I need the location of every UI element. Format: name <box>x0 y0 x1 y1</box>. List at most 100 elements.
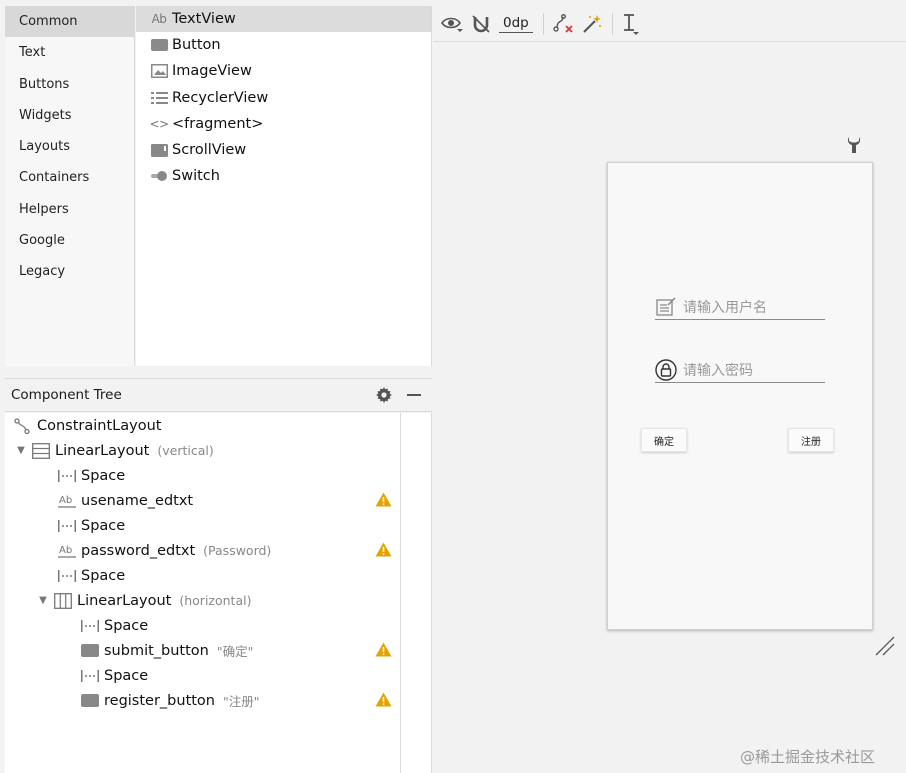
tree-node-label: Space <box>104 617 149 634</box>
palette-item-label: RecyclerView <box>172 89 269 106</box>
space-icon <box>57 468 77 484</box>
device-preview[interactable]: 请输入用户名 请输入密码 确定 注册 <box>607 162 873 630</box>
palette-item-switch[interactable]: Switch <box>136 163 431 189</box>
warning-icon[interactable] <box>375 542 392 561</box>
tree-node-space[interactable]: Space <box>5 663 400 688</box>
button-icon <box>150 38 168 52</box>
category-helpers[interactable]: Helpers <box>5 194 134 225</box>
space-icon <box>80 668 100 684</box>
tree-node-extra: "确定" <box>216 644 254 659</box>
linearlayout-horizontal-icon <box>53 592 73 609</box>
tree-node-extra: (vertical) <box>157 443 214 458</box>
category-buttons[interactable]: Buttons <box>5 69 134 100</box>
palette-items: Ab TextView Button ImageView RecyclerVie… <box>136 6 432 366</box>
palette-item-imageview[interactable]: ImageView <box>136 58 431 84</box>
category-google[interactable]: Google <box>5 225 134 256</box>
tree-node-label: LinearLayout <box>55 442 150 459</box>
resize-handle-icon[interactable] <box>873 634 897 662</box>
imageview-icon <box>150 64 168 79</box>
palette-categories: Common Text Buttons Widgets Layouts Cont… <box>5 6 135 366</box>
palette-item-button[interactable]: Button <box>136 32 431 58</box>
tree-node-label: Space <box>81 517 126 534</box>
tree-node-password-edtxt[interactable]: Ab password_edtxt (Password) <box>5 538 400 563</box>
gear-icon[interactable] <box>372 383 396 407</box>
design-surface: 0dp 请输入用户名 请输入密码 确定 注册 <box>433 6 906 773</box>
view-options-eye-icon[interactable] <box>441 12 463 36</box>
tree-node-linearlayout-vertical[interactable]: ▼ LinearLayout (vertical) <box>5 438 400 463</box>
palette-item-label: ScrollView <box>172 142 247 159</box>
tree-node-label: LinearLayout <box>77 592 172 609</box>
watermark: @稀土掘金技术社区 <box>740 748 876 766</box>
infer-constraints-wand-icon[interactable] <box>582 12 602 36</box>
clear-constraints-icon[interactable] <box>552 12 574 36</box>
tree-node-extra: (horizontal) <box>179 593 252 608</box>
default-margins-field[interactable]: 0dp <box>499 12 533 36</box>
tree-node-label: usename_edtxt <box>81 492 194 509</box>
palette-item-textview[interactable]: Ab TextView <box>136 6 431 33</box>
password-edittext[interactable]: 请输入密码 <box>655 357 825 383</box>
tree-node-label: Space <box>81 567 126 584</box>
component-tree: ConstraintLayout ▼ LinearLayout (vertica… <box>5 413 401 773</box>
design-toolbar: 0dp <box>433 6 906 42</box>
edittext-icon: Ab <box>57 493 77 509</box>
warning-icon[interactable] <box>375 492 392 511</box>
space-icon <box>80 618 100 634</box>
button-icon <box>80 693 100 709</box>
svg-text:Ab: Ab <box>59 545 72 556</box>
category-common[interactable]: Common <box>5 6 134 38</box>
scrollview-icon <box>150 143 168 157</box>
edit-note-icon <box>655 296 677 318</box>
recyclerview-icon <box>150 91 168 105</box>
linearlayout-vertical-icon <box>31 442 51 459</box>
tree-node-usename-edtxt[interactable]: Ab usename_edtxt <box>5 488 400 513</box>
username-edittext[interactable]: 请输入用户名 <box>655 294 825 320</box>
autoconnect-magnet-icon[interactable] <box>471 12 491 36</box>
button-icon <box>80 643 100 659</box>
tree-node-linearlayout-horizontal[interactable]: ▼ LinearLayout (horizontal) <box>5 588 400 613</box>
space-icon <box>57 518 77 534</box>
password-hint: 请输入密码 <box>683 362 753 379</box>
tree-node-space[interactable]: Space <box>5 463 400 488</box>
tree-node-label: password_edtxt <box>81 542 196 559</box>
submit-button[interactable]: 确定 <box>641 428 687 452</box>
tree-node-space[interactable]: Space <box>5 563 400 588</box>
warning-icon[interactable] <box>375 642 392 661</box>
toolbar-separator <box>542 12 544 35</box>
expand-arrow-icon[interactable]: ▼ <box>37 595 49 606</box>
category-containers[interactable]: Containers <box>5 162 134 193</box>
palette-item-label: Switch <box>172 168 220 185</box>
tree-node-extra: (Password) <box>203 543 272 558</box>
warning-icon[interactable] <box>375 692 392 711</box>
palette-item-label: <fragment> <box>172 115 264 132</box>
expand-arrow-icon[interactable]: ▼ <box>15 445 27 456</box>
tree-node-extra: "注册" <box>223 694 260 709</box>
tree-node-space[interactable]: Space <box>5 513 400 538</box>
tree-node-constraintlayout[interactable]: ConstraintLayout <box>5 413 400 438</box>
tree-node-label: Space <box>81 467 126 484</box>
category-legacy[interactable]: Legacy <box>5 256 134 287</box>
constraintlayout-icon <box>13 417 33 434</box>
palette-item-recyclerview[interactable]: RecyclerView <box>136 85 431 111</box>
fragment-icon: <> <box>149 116 169 131</box>
tree-node-label: ConstraintLayout <box>37 417 162 434</box>
tree-node-label: Space <box>104 667 149 684</box>
guidelines-icon[interactable] <box>621 12 639 36</box>
category-widgets[interactable]: Widgets <box>5 100 134 131</box>
palette-item-scrollview[interactable]: ScrollView <box>136 137 431 163</box>
palette-item-fragment[interactable]: <> <fragment> <box>136 111 431 137</box>
tree-node-submit-button[interactable]: submit_button "确定" <box>5 638 400 663</box>
tree-node-register-button[interactable]: register_button "注册" <box>5 688 400 713</box>
palette-item-label: Button <box>172 37 221 54</box>
category-layouts[interactable]: Layouts <box>5 131 134 162</box>
lock-icon <box>655 358 677 381</box>
category-text[interactable]: Text <box>5 37 134 68</box>
tree-node-space[interactable]: Space <box>5 613 400 638</box>
minimize-icon[interactable] <box>402 383 426 407</box>
space-icon <box>57 568 77 584</box>
wrench-icon[interactable] <box>847 136 861 158</box>
palette-item-label: TextView <box>172 11 236 28</box>
svg-text:Ab: Ab <box>59 495 72 506</box>
textview-icon: Ab <box>151 12 167 27</box>
username-hint: 请输入用户名 <box>683 299 767 316</box>
register-button[interactable]: 注册 <box>788 428 834 452</box>
